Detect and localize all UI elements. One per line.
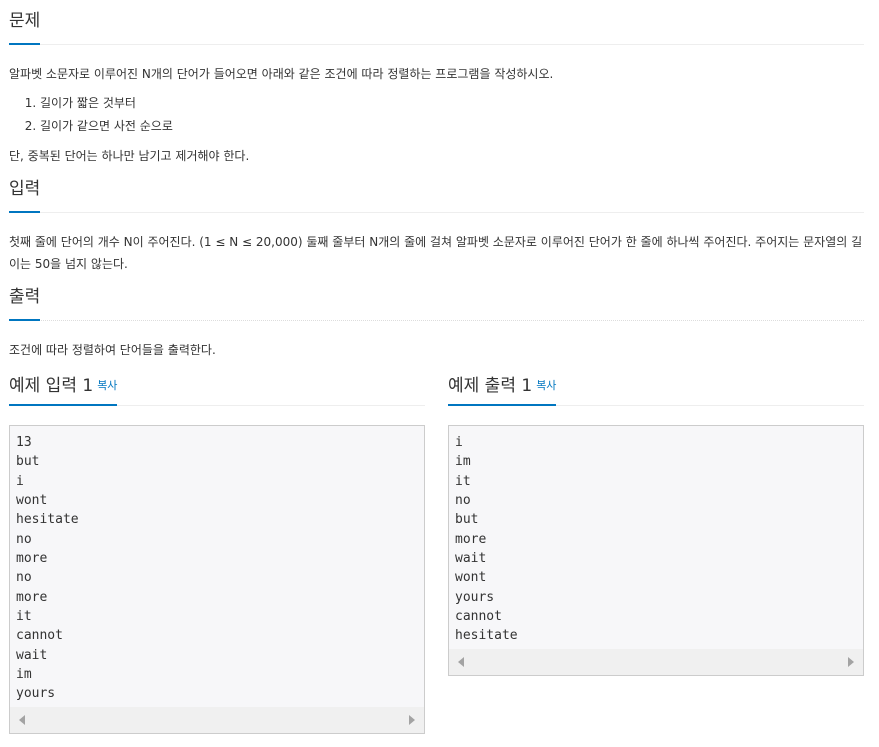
input-headline: 입력	[9, 168, 864, 213]
scroll-right-icon[interactable]	[848, 657, 854, 667]
sample-output-column: 예제 출력 1 복사	[448, 374, 864, 406]
sample-output-headline: 예제 출력 1 복사	[448, 374, 864, 406]
sample-output-title-wrap: 예제 출력 1 복사	[448, 374, 557, 406]
horizontal-scrollbar[interactable]	[449, 649, 863, 675]
sample-input-column: 예제 입력 1 복사	[9, 374, 425, 406]
copy-button[interactable]: 복사	[97, 379, 117, 392]
condition-item: 길이가 같으면 사전 순으로	[40, 115, 864, 138]
output-description: 조건에 따라 정렬하여 단어들을 출력한다.	[9, 343, 216, 357]
sample-input-content: 13 but i wont hesitate no more no more i…	[16, 435, 79, 702]
sample-input-title: 예제 입력 1	[9, 376, 94, 396]
output-title: 출력	[9, 285, 41, 321]
scroll-left-icon[interactable]	[19, 715, 25, 725]
output-section: 출력 조건에 따라 정렬하여 단어들을 출력한다.	[9, 276, 864, 361]
input-section: 입력 첫째 줄에 단어의 개수 N이 주어진다. (1 ≤ N ≤ 20,000…	[9, 168, 864, 275]
output-headline: 출력	[9, 276, 864, 321]
problem-description: 알파벳 소문자로 이루어진 N개의 단어가 들어오면 아래와 같은 조건에 따라…	[9, 67, 554, 81]
condition-list: 길이가 짧은 것부터 길이가 같으면 사전 순으로	[9, 92, 864, 138]
problem-title: 문제	[9, 9, 41, 45]
problem-section: 문제 알파벳 소문자로 이루어진 N개의 단어가 들어오면 아래와 같은 조건에…	[9, 0, 864, 167]
sample-input-box: 13 but i wont hesitate no more no more i…	[9, 425, 425, 734]
scroll-right-icon[interactable]	[409, 715, 415, 725]
input-description: 첫째 줄에 단어의 개수 N이 주어진다. (1 ≤ N ≤ 20,000) 둘…	[9, 235, 863, 271]
condition-item: 길이가 짧은 것부터	[40, 92, 864, 115]
copy-button[interactable]: 복사	[536, 379, 556, 392]
scroll-left-icon[interactable]	[458, 657, 464, 667]
problem-note: 단, 중복된 단어는 하나만 남기고 제거해야 한다.	[9, 149, 250, 163]
sample-output-content: i im it no but more wait wont yours cann…	[455, 435, 518, 644]
problem-headline: 문제	[9, 0, 864, 45]
horizontal-scrollbar[interactable]	[10, 707, 424, 733]
sample-input-headline: 예제 입력 1 복사	[9, 374, 425, 406]
sample-input-title-wrap: 예제 입력 1 복사	[9, 374, 118, 406]
input-title: 입력	[9, 177, 41, 213]
sample-output-title: 예제 출력 1	[448, 376, 533, 396]
sample-output-box: i im it no but more wait wont yours cann…	[448, 425, 864, 676]
